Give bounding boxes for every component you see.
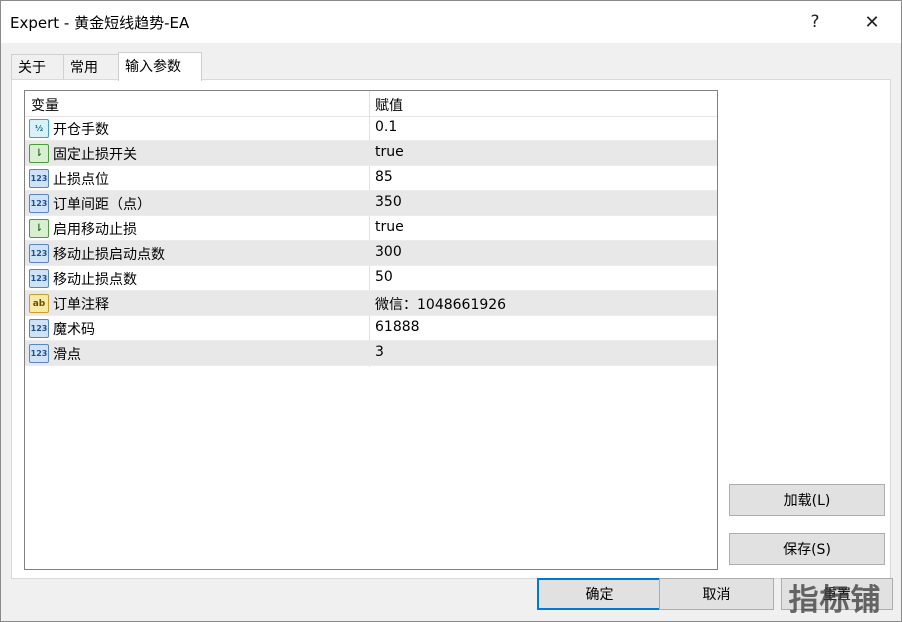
table-row[interactable]: 123 订单间距（点） 350: [25, 191, 717, 216]
table-row[interactable]: 123 移动止损点数 50: [25, 266, 717, 291]
table-row[interactable]: ⇂ 固定止损开关 true: [25, 141, 717, 166]
param-name: 移动止损启动点数: [53, 247, 165, 263]
close-button[interactable]: ✕: [858, 9, 886, 35]
string-icon: ab: [29, 294, 49, 313]
param-value[interactable]: 3: [375, 344, 384, 360]
param-value[interactable]: true: [375, 144, 404, 160]
integer-icon: 123: [29, 244, 49, 263]
param-name: 魔术码: [53, 322, 95, 338]
table-row[interactable]: ½ 开仓手数 0.1: [25, 116, 717, 141]
column-header-variable[interactable]: 变量: [31, 95, 59, 115]
param-name: 开仓手数: [53, 122, 109, 138]
table-row[interactable]: ⇂ 启用移动止损 true: [25, 216, 717, 241]
param-name: 止损点位: [53, 172, 109, 188]
integer-icon: 123: [29, 319, 49, 338]
tab-common[interactable]: 常用: [63, 54, 123, 81]
boolean-icon: ⇂: [29, 144, 49, 163]
param-name: 滑点: [53, 347, 81, 363]
param-value[interactable]: 300: [375, 244, 402, 260]
boolean-icon: ⇂: [29, 219, 49, 238]
help-button[interactable]: ?: [801, 9, 829, 35]
param-value[interactable]: 0.1: [375, 119, 397, 135]
window-title: Expert - 黄金短线趋势-EA: [10, 14, 190, 32]
grid-header: 变量 赋值: [25, 91, 717, 117]
param-name: 订单注释: [53, 297, 109, 313]
integer-icon: 123: [29, 269, 49, 288]
param-value[interactable]: true: [375, 219, 404, 235]
tab-inputs[interactable]: 输入参数: [118, 52, 202, 81]
ok-button[interactable]: 确定: [537, 578, 662, 610]
param-value[interactable]: 350: [375, 194, 402, 210]
table-row[interactable]: 123 移动止损启动点数 300: [25, 241, 717, 266]
integer-icon: 123: [29, 194, 49, 213]
expert-dialog: Expert - 黄金短线趋势-EA ? ✕ 关于 常用 输入参数 变量 赋值 …: [0, 0, 902, 622]
param-value[interactable]: 85: [375, 169, 393, 185]
param-value[interactable]: 50: [375, 269, 393, 285]
save-button[interactable]: 保存(S): [729, 533, 885, 565]
tab-about[interactable]: 关于: [11, 54, 67, 81]
table-row[interactable]: 123 滑点 3: [25, 341, 717, 366]
watermark-logo: 指标铺: [788, 583, 882, 618]
title-bar: Expert - 黄金短线趋势-EA ? ✕: [1, 1, 901, 43]
load-button[interactable]: 加载(L): [729, 484, 885, 516]
param-name: 启用移动止损: [53, 222, 137, 238]
param-name: 移动止损点数: [53, 272, 137, 288]
table-row[interactable]: 123 魔术码 61888: [25, 316, 717, 341]
column-header-value[interactable]: 赋值: [375, 95, 403, 115]
param-value[interactable]: 微信：1048661926: [375, 294, 506, 314]
table-row[interactable]: 123 止损点位 85: [25, 166, 717, 191]
fraction-icon: ½: [29, 119, 49, 138]
parameters-grid[interactable]: 变量 赋值 ½ 开仓手数 0.1 ⇂ 固定止损开关 true 123 止损点位 …: [24, 90, 718, 570]
param-name: 固定止损开关: [53, 147, 137, 163]
table-row[interactable]: ab 订单注释 微信：1048661926: [25, 291, 717, 316]
param-value[interactable]: 61888: [375, 319, 420, 335]
cancel-button[interactable]: 取消: [659, 578, 774, 610]
param-name: 订单间距（点）: [53, 197, 151, 213]
integer-icon: 123: [29, 169, 49, 188]
integer-icon: 123: [29, 344, 49, 363]
